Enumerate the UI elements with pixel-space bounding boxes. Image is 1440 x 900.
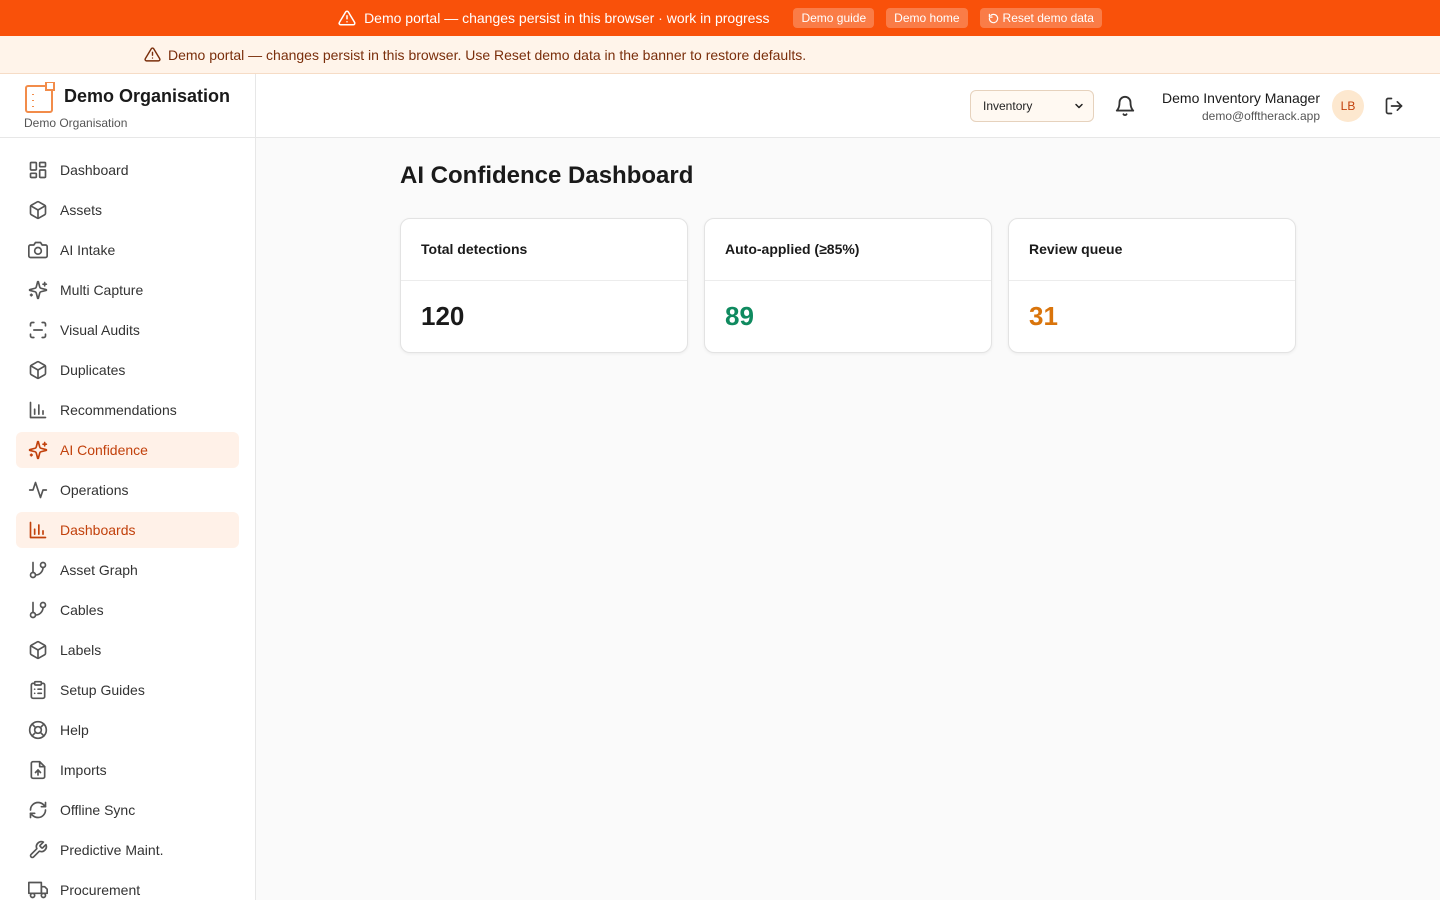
box-icon <box>28 360 48 380</box>
stat-card-review-queue: Review queue 31 <box>1008 218 1296 353</box>
sidebar-item-predictive-maint[interactable]: Predictive Maint. <box>16 832 239 868</box>
sparkles-icon <box>28 280 48 300</box>
sidebar-item-label: Procurement <box>60 882 141 898</box>
bar-chart-icon <box>28 400 48 420</box>
sidebar-item-label: Labels <box>60 642 102 658</box>
sparkles-icon <box>28 440 48 460</box>
card-label: Total detections <box>401 219 687 281</box>
demo-notice: Demo portal — changes persist in this br… <box>0 36 1440 74</box>
card-label: Auto-applied (≥85%) <box>705 219 991 281</box>
reset-icon <box>988 13 999 24</box>
banner-message: Demo portal — changes persist in this br… <box>364 10 770 26</box>
reset-demo-label: Reset demo data <box>1002 11 1094 25</box>
truck-icon <box>28 880 48 900</box>
refresh-icon <box>28 800 48 820</box>
sidebar-item-multi-capture[interactable]: Multi Capture <box>16 272 239 308</box>
org-name: Demo Organisation <box>64 86 231 106</box>
sidebar-item-label: Assets <box>60 202 103 218</box>
card-value: 120 <box>421 301 465 331</box>
sidebar-item-assets[interactable]: Assets <box>16 192 239 228</box>
warning-icon <box>338 9 356 27</box>
sidebar-item-imports[interactable]: Imports <box>16 752 239 788</box>
org-subtitle: Demo Organisation <box>24 116 128 130</box>
sidebar-item-label: AI Intake <box>60 242 116 258</box>
sidebar-item-label: Dashboard <box>60 162 129 178</box>
page-title: AI Confidence Dashboard <box>400 162 694 189</box>
sidebar-item-cables[interactable]: Cables <box>16 592 239 628</box>
sidebar-item-label: Dashboards <box>60 522 136 538</box>
logo-icon <box>24 82 56 114</box>
sidebar-item-dashboard[interactable]: Dashboard <box>16 152 239 188</box>
sidebar-item-procurement[interactable]: Procurement <box>16 872 239 900</box>
notice-message: Demo portal — changes persist in this br… <box>168 46 807 63</box>
sidebar-item-ai-intake[interactable]: AI Intake <box>16 232 239 268</box>
git-branch-icon <box>28 600 48 620</box>
sidebar-item-recommendations[interactable]: Recommendations <box>16 392 239 428</box>
sidebar-item-label: AI Confidence <box>60 442 148 458</box>
scan-icon <box>28 320 48 340</box>
sidebar-item-asset-graph[interactable]: Asset Graph <box>16 552 239 588</box>
sidebar-item-label: Multi Capture <box>60 282 144 298</box>
demo-banner: Demo portal — changes persist in this br… <box>0 0 1440 36</box>
warning-icon <box>144 46 161 63</box>
sidebar-item-visual-audits[interactable]: Visual Audits <box>16 312 239 348</box>
user-email: demo@offtherack.app <box>1201 109 1320 123</box>
sidebar-item-setup-guides[interactable]: Setup Guides <box>16 672 239 708</box>
module-select-value: Inventory <box>983 99 1033 113</box>
sidebar-item-label: Imports <box>60 762 107 778</box>
sidebar-item-duplicates[interactable]: Duplicates <box>16 352 239 388</box>
file-upload-icon <box>28 760 48 780</box>
brand: Demo Organisation Demo Organisation <box>0 74 255 138</box>
sidebar-nav: Dashboard Assets AI Intake Multi Capture Vis… <box>0 138 255 900</box>
stat-card-auto-applied: Auto-applied (≥85%) 89 <box>704 218 992 353</box>
box-icon <box>28 200 48 220</box>
grid-icon <box>28 160 48 180</box>
demo-home-button[interactable]: Demo home <box>886 8 968 28</box>
life-buoy-icon <box>28 720 48 740</box>
box-icon <box>28 640 48 660</box>
sidebar-item-label: Offline Sync <box>60 802 136 818</box>
sidebar-item-label: Visual Audits <box>60 322 140 338</box>
activity-icon <box>28 480 48 500</box>
sidebar-item-offline-sync[interactable]: Offline Sync <box>16 792 239 828</box>
card-value: 31 <box>1029 301 1058 331</box>
bar-chart-icon <box>28 520 48 540</box>
reset-demo-button[interactable]: Reset demo data <box>979 8 1102 28</box>
sidebar: Demo Organisation Demo Organisation Dash… <box>0 74 256 900</box>
user-name: Demo Inventory Manager <box>1162 90 1320 106</box>
sidebar-item-label: Help <box>60 722 89 738</box>
sidebar-item-dashboards[interactable]: Dashboards <box>16 512 239 548</box>
sidebar-item-labels[interactable]: Labels <box>16 632 239 668</box>
git-branch-icon <box>28 560 48 580</box>
sidebar-item-operations[interactable]: Operations <box>16 472 239 508</box>
wrench-icon <box>28 840 48 860</box>
bell-icon[interactable] <box>1114 95 1136 117</box>
card-value: 89 <box>725 301 754 331</box>
sidebar-item-help[interactable]: Help <box>16 712 239 748</box>
camera-icon <box>28 240 48 260</box>
module-select[interactable]: Inventory <box>970 90 1094 122</box>
sidebar-item-label: Cables <box>60 602 104 618</box>
avatar[interactable]: LB <box>1332 90 1364 122</box>
sidebar-item-label: Recommendations <box>60 402 177 418</box>
clipboard-icon <box>28 680 48 700</box>
logout-icon[interactable] <box>1384 96 1404 116</box>
sidebar-item-label: Asset Graph <box>60 562 138 578</box>
chevron-down-icon <box>1073 100 1085 112</box>
stat-card-total-detections: Total detections 120 <box>400 218 688 353</box>
demo-guide-button[interactable]: Demo guide <box>793 8 875 28</box>
top-header: Inventory Demo Inventory Manager demo@of… <box>256 74 1440 138</box>
sidebar-item-ai-confidence[interactable]: AI Confidence <box>16 432 239 468</box>
sidebar-item-label: Predictive Maint. <box>60 842 164 858</box>
sidebar-item-label: Setup Guides <box>60 682 145 698</box>
sidebar-item-label: Duplicates <box>60 362 126 378</box>
sidebar-item-label: Operations <box>60 482 129 498</box>
card-label: Review queue <box>1009 219 1295 281</box>
